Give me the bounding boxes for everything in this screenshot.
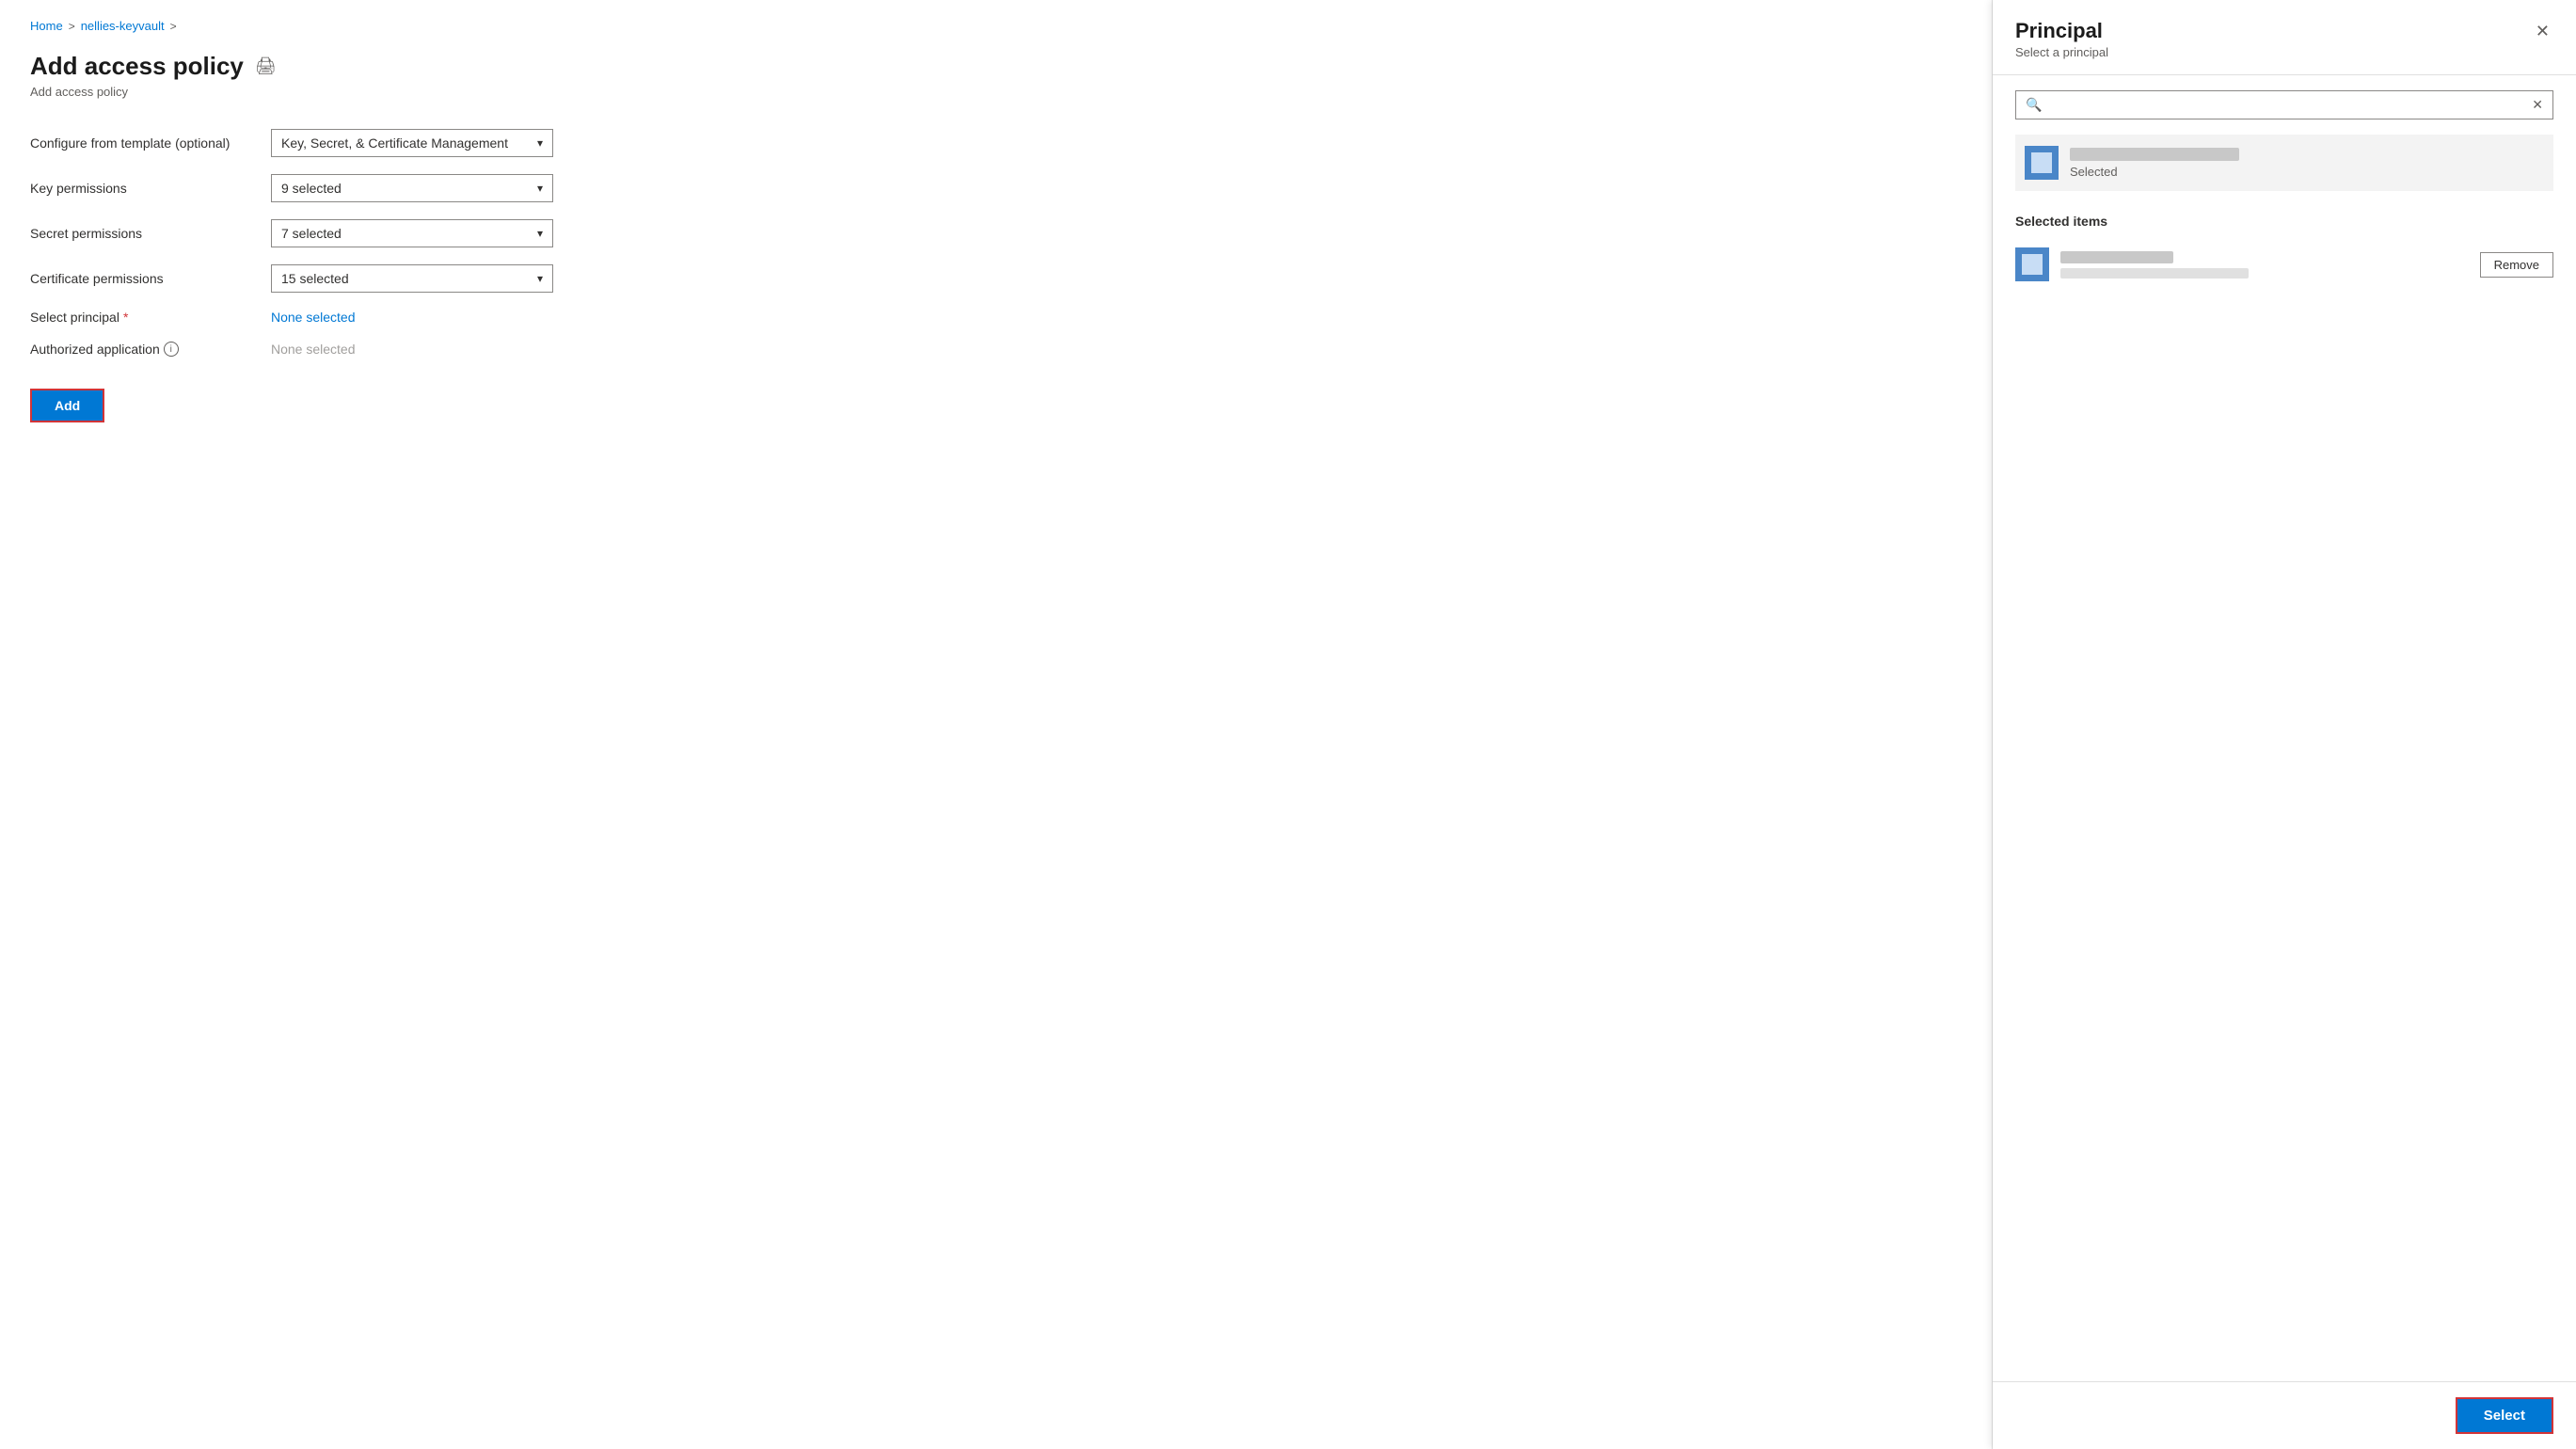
selected-item-sub-placeholder [2060,268,2249,279]
selected-item-avatar [2015,247,2049,281]
cert-permissions-dropdown[interactable]: 15 selected ▾ [271,264,553,293]
left-panel: Home > nellies-keyvault > Add access pol… [0,0,1993,1449]
search-input[interactable] [2049,98,2524,113]
principal-name-placeholder [2070,148,2239,161]
secret-permissions-control: 7 selected ▾ [271,219,651,247]
configure-label: Configure from template (optional) [30,135,256,151]
select-principal-link[interactable]: None selected [271,310,356,325]
cert-permissions-value: 15 selected [281,271,349,286]
secret-permissions-row: Secret permissions 7 selected ▾ [30,219,651,247]
panel-footer: Select [1993,1381,2576,1449]
info-icon[interactable]: i [164,342,179,357]
avatar-inner [2021,253,2043,276]
secret-permissions-value: 7 selected [281,226,342,241]
authorized-app-control: None selected [271,342,651,357]
configure-dropdown[interactable]: Key, Secret, & Certificate Management ▾ [271,129,553,157]
add-button[interactable]: Add [30,389,104,422]
principal-list-item[interactable]: Selected [2015,135,2553,191]
select-button[interactable]: Select [2456,1397,2553,1434]
secret-permissions-dropdown[interactable]: 7 selected ▾ [271,219,553,247]
search-box[interactable]: 🔍 ✕ [2015,90,2553,119]
authorized-app-link: None selected [271,342,356,357]
panel-header: Principal Select a principal ✕ [1993,0,2576,75]
select-principal-label: Select principal * [30,310,256,325]
panel-title: Principal [2015,19,2108,43]
cert-permissions-label: Certificate permissions [30,271,256,286]
selected-items-section: Selected items Remove [2015,214,2553,289]
principal-info: Selected [2070,148,2544,179]
panel-subtitle: Select a principal [2015,45,2108,59]
key-permissions-value: 9 selected [281,181,342,196]
key-permissions-dropdown[interactable]: 9 selected ▾ [271,174,553,202]
configure-control: Key, Secret, & Certificate Management ▾ [271,129,651,157]
close-button[interactable]: ✕ [2532,19,2553,43]
breadcrumb-sep1: > [69,20,75,33]
cert-permissions-control: 15 selected ▾ [271,264,651,293]
page-title: Add access policy [30,52,244,81]
chevron-down-icon: ▾ [537,136,543,150]
selected-item-info [2060,251,2469,279]
panel-body: 🔍 ✕ Selected Selected items [1993,75,2576,1381]
configure-dropdown-value: Key, Secret, & Certificate Management [281,135,508,151]
selected-item-name-placeholder [2060,251,2173,263]
chevron-down-icon: ▾ [537,227,543,240]
breadcrumb: Home > nellies-keyvault > [30,19,1962,33]
page-title-row: Add access policy 🖨 [30,52,1962,81]
select-principal-control: None selected [271,310,651,325]
form-table: Configure from template (optional) Key, … [30,129,651,422]
breadcrumb-keyvault[interactable]: nellies-keyvault [81,19,165,33]
chevron-down-icon: ▾ [537,272,543,285]
print-icon[interactable]: 🖨 [255,56,277,76]
avatar-inner [2030,151,2053,174]
principal-selected-label: Selected [2070,165,2544,179]
key-permissions-label: Key permissions [30,181,256,196]
configure-row: Configure from template (optional) Key, … [30,129,651,157]
authorized-app-row: Authorized application i None selected [30,342,651,357]
chevron-down-icon: ▾ [537,182,543,195]
secret-permissions-label: Secret permissions [30,226,256,241]
principal-panel: Principal Select a principal ✕ 🔍 ✕ Selec… [1993,0,2576,1449]
panel-header-text: Principal Select a principal [2015,19,2108,59]
selected-item-row: Remove [2015,240,2553,289]
page-subtitle: Add access policy [30,85,1962,99]
remove-button[interactable]: Remove [2480,252,2553,278]
select-principal-row: Select principal * None selected [30,310,651,325]
required-indicator: * [123,310,128,325]
search-icon: 🔍 [2026,97,2042,113]
cert-permissions-row: Certificate permissions 15 selected ▾ [30,264,651,293]
breadcrumb-sep2: > [170,20,177,33]
authorized-app-label: Authorized application i [30,342,256,357]
key-permissions-control: 9 selected ▾ [271,174,651,202]
avatar [2025,146,2059,180]
breadcrumb-home[interactable]: Home [30,19,63,33]
key-permissions-row: Key permissions 9 selected ▾ [30,174,651,202]
clear-search-icon[interactable]: ✕ [2532,97,2543,113]
selected-items-title: Selected items [2015,214,2553,229]
